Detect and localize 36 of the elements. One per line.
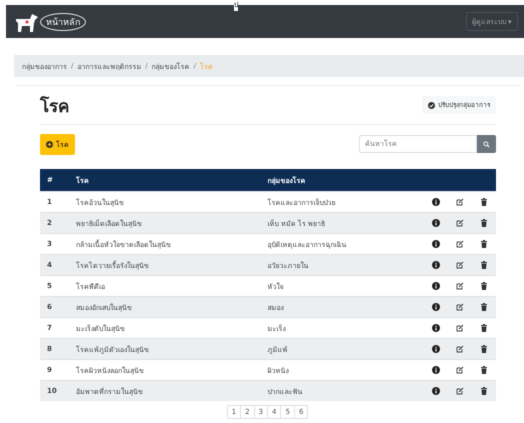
edit-icon[interactable] [456,366,464,374]
trash-icon[interactable] [480,345,488,354]
trash-icon[interactable] [480,198,488,206]
search-icon [483,140,490,148]
info-icon[interactable] [432,303,440,312]
trash-icon[interactable] [480,366,488,374]
edit-icon[interactable] [456,324,464,332]
home-link[interactable]: หน้าหลัก [40,12,86,30]
info-icon[interactable] [432,282,440,290]
trash-icon[interactable] [480,303,488,312]
edit-icon[interactable] [456,198,464,206]
edit-icon[interactable] [456,282,464,290]
trash-icon[interactable] [480,324,488,332]
check-circle-icon [428,102,435,108]
search-button[interactable] [477,135,496,153]
info-icon[interactable] [432,240,440,248]
edit-icon[interactable] [456,387,464,396]
edit-icon[interactable] [456,345,464,354]
page-title: โรค [40,95,69,118]
info-icon[interactable] [432,324,440,332]
edit-icon[interactable] [456,240,464,248]
info-icon[interactable] [432,261,440,270]
edit-icon[interactable] [456,303,464,312]
info-icon[interactable] [432,387,440,396]
info-icon[interactable] [432,219,440,228]
edit-icon[interactable] [456,261,464,270]
info-icon[interactable] [432,345,440,354]
info-icon[interactable] [432,198,440,206]
trash-icon[interactable] [480,240,488,248]
trash-icon[interactable] [480,261,488,270]
info-icon[interactable] [432,366,440,374]
edit-icon[interactable] [456,219,464,228]
trash-icon[interactable] [480,282,488,290]
trash-icon[interactable] [480,219,488,228]
plus-circle-icon [46,140,53,148]
trash-icon[interactable] [480,387,488,396]
